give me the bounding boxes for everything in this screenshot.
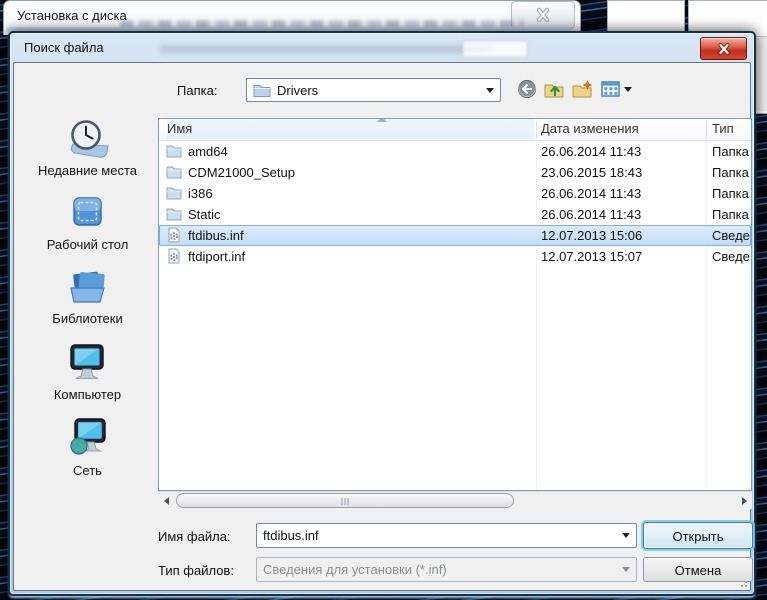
sidebar-item-label: Компьютер [53,387,122,402]
file-type: Папка [712,186,749,201]
file-date: 23.06.2015 18:43 [541,165,643,180]
dialog-toolbar [517,79,632,99]
folder-icon [166,187,182,200]
desktop-icon [73,197,103,226]
file-row-static[interactable]: Static 26.06.2014 11:43 Папка [159,204,751,225]
file-name: ftdiport.inf [188,249,246,264]
views-grid-icon [601,81,620,97]
arrow-left-icon [163,496,169,505]
file-name: CDM21000_Setup [188,165,295,180]
file-date: 12.07.2013 15:06 [541,228,643,243]
file-row-ftdibus-inf-selected[interactable]: ftdibus.inf 12.07.2013 15:06 Сведе [159,225,751,246]
sidebar-item-label: Сеть [73,463,102,478]
recent-places-icon [71,120,110,158]
close-icon [536,7,550,23]
file-type: Папка [712,144,749,159]
folder-combobox-value: Drivers [277,82,319,98]
column-header-date[interactable]: Дата изменения [541,121,639,136]
file-row-cdm21000-setup[interactable]: CDM21000_Setup 23.06.2015 18:43 Папка [159,162,751,183]
dialog-close-button[interactable] [700,37,747,60]
arrow-right-icon [741,496,747,505]
dialog-client-area: Папка: Drivers Недавние места Рабочий ст… [13,62,753,591]
file-row-i386[interactable]: i386 26.06.2014 11:43 Папка [159,183,751,204]
inf-file-icon [168,248,180,264]
scrollbar-thumb[interactable] [176,493,514,508]
scroll-left-button[interactable] [158,492,174,509]
sidebar-item-label: Рабочий стол [46,237,129,252]
filetype-combobox-disabled: Сведения для установки (*.inf) [256,557,637,582]
sidebar-item-network[interactable]: Сеть [65,415,111,478]
folder-icon [166,208,182,221]
file-name: i386 [188,186,213,201]
filetype-value: Сведения для установки (*.inf) [263,562,447,577]
filetype-label: Тип файлов: [158,563,234,578]
back-button[interactable] [517,79,537,99]
scrollbar-grip [341,498,349,505]
glass-reflection [462,40,528,58]
list-header: Имя Дата изменения Тип [159,119,751,141]
column-separator[interactable] [536,121,537,138]
chevron-down-icon [486,87,494,93]
column-header-type[interactable]: Тип [712,121,734,136]
column-separator[interactable] [706,121,707,138]
folder-icon [253,85,271,97]
file-date: 26.06.2014 11:43 [541,186,642,201]
file-type: Сведе [712,228,750,243]
chevron-down-icon [622,567,630,572]
computer-icon [70,344,105,379]
sidebar-item-desktop[interactable]: Рабочий стол [46,191,129,252]
file-type: Сведе [712,249,750,264]
scroll-right-button[interactable] [736,492,752,509]
sidebar-item-recent-places[interactable]: Недавние места [38,117,137,178]
file-date: 26.06.2014 11:43 [541,207,642,222]
file-row-ftdiport-inf[interactable]: ftdiport.inf 12.07.2013 15:07 Сведе [159,246,751,267]
places-sidebar: Недавние места Рабочий стол Библиотеки К… [18,117,157,478]
views-button[interactable] [601,80,632,98]
libraries-icon [69,271,105,303]
new-folder-icon [572,79,593,97]
folder-combobox[interactable]: Drivers [246,78,501,102]
file-name: amd64 [188,144,228,159]
file-type: Папка [712,165,749,180]
sort-ascending-icon [377,119,387,122]
glass-reflection [160,45,490,53]
folder-label: Папка: [177,83,218,98]
file-rows: amd64 26.06.2014 11:43 Папка CDM21000_Se… [159,141,751,267]
file-list: Имя Дата изменения Тип amd64 26.06.2014 … [158,118,752,491]
file-name: ftdibus.inf [188,228,244,243]
file-date: 12.07.2013 15:07 [541,249,643,264]
up-one-level-button[interactable] [544,80,565,99]
filename-combobox[interactable] [256,523,637,548]
folder-up-icon [544,84,564,97]
file-date: 26.06.2014 11:43 [541,144,642,159]
inf-file-icon [168,227,180,243]
open-button[interactable]: Открыть [643,522,753,549]
sidebar-item-computer[interactable]: Компьютер [54,339,121,402]
new-folder-button[interactable] [572,79,594,99]
close-icon [718,42,729,55]
folder-icon [166,166,182,179]
sidebar-item-label: Библиотеки [52,311,123,326]
dialog-title: Поиск файла [24,40,104,55]
chevron-down-icon [622,533,630,538]
chevron-down-icon [624,86,632,92]
folder-icon [166,145,182,158]
resize-grip[interactable] [736,576,748,588]
filename-label: Имя файла: [158,529,231,544]
back-icon [517,79,537,99]
filename-input[interactable] [263,528,622,543]
find-file-dialog: Поиск файла Папка: Drivers Недавние мест… [8,31,756,596]
background-window-title: Установка с диска [17,8,127,23]
file-type: Папка [712,207,749,222]
sidebar-item-libraries[interactable]: Библиотеки [52,265,123,326]
network-icon [69,418,106,455]
sidebar-item-label: Недавние места [37,163,138,178]
horizontal-scrollbar[interactable] [158,491,752,509]
column-header-name[interactable]: Имя [167,119,534,140]
file-name: Static [188,207,221,222]
file-row-amd64[interactable]: amd64 26.06.2014 11:43 Папка [159,141,751,162]
